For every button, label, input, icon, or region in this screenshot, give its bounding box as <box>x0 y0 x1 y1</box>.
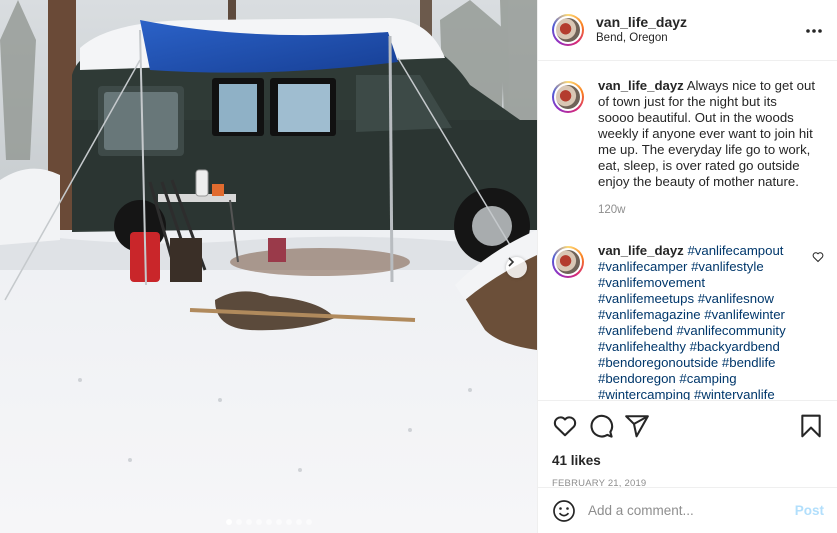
more-options-button[interactable] <box>805 21 823 39</box>
emoji-icon[interactable] <box>552 499 576 523</box>
chevron-right-icon <box>508 257 515 267</box>
likes-count[interactable]: 41 likes <box>552 453 824 468</box>
caption-time[interactable]: 120w <box>598 202 816 218</box>
comments-list[interactable]: van_life_dayz Always nice to get out of … <box>538 62 837 400</box>
carousel-dot <box>305 519 312 525</box>
carousel-dot <box>265 519 272 525</box>
post-photo[interactable] <box>0 0 537 533</box>
carousel-dot <box>285 519 292 525</box>
comment-like-icon[interactable] <box>812 251 824 263</box>
avatar[interactable] <box>552 246 584 278</box>
post-comment-button[interactable]: Post <box>795 503 824 518</box>
comment-hashtags[interactable]: #vanlifecampout #vanlifecamper #vanlifes… <box>598 243 786 400</box>
bookmark-icon[interactable] <box>798 413 824 439</box>
carousel-dot <box>295 519 302 525</box>
carousel-dot <box>225 519 232 525</box>
comment-item: van_life_dayz #vanlifecampout #vanlifeca… <box>552 243 824 400</box>
carousel-dot <box>235 519 242 525</box>
post-header: van_life_dayz Bend, Oregon <box>538 0 837 61</box>
carousel-dot <box>245 519 252 525</box>
caption-username[interactable]: van_life_dayz <box>598 78 684 93</box>
carousel-dot <box>275 519 282 525</box>
post-actions: 41 likes FEBRUARY 21, 2019 <box>538 400 837 489</box>
carousel-next-button[interactable] <box>506 257 527 278</box>
carousel-dots <box>0 519 537 525</box>
avatar[interactable] <box>552 81 584 113</box>
post-location[interactable]: Bend, Oregon <box>596 30 687 46</box>
caption-text: Always nice to get out of town just for … <box>598 78 815 189</box>
share-icon[interactable] <box>624 413 650 439</box>
post-side-panel: van_life_dayz Bend, Oregon van_life_dayz… <box>537 0 837 533</box>
heart-icon[interactable] <box>552 413 578 439</box>
carousel-dot <box>255 519 262 525</box>
comment-input[interactable] <box>588 503 783 518</box>
van-campsite-photo <box>0 0 537 533</box>
add-comment-bar: Post <box>538 487 837 533</box>
more-dots-icon <box>806 29 822 33</box>
comment-icon[interactable] <box>588 413 614 439</box>
comment-username[interactable]: van_life_dayz <box>598 243 684 258</box>
post-username[interactable]: van_life_dayz <box>596 14 687 30</box>
avatar[interactable] <box>552 14 584 46</box>
post-caption: van_life_dayz Always nice to get out of … <box>552 78 824 218</box>
